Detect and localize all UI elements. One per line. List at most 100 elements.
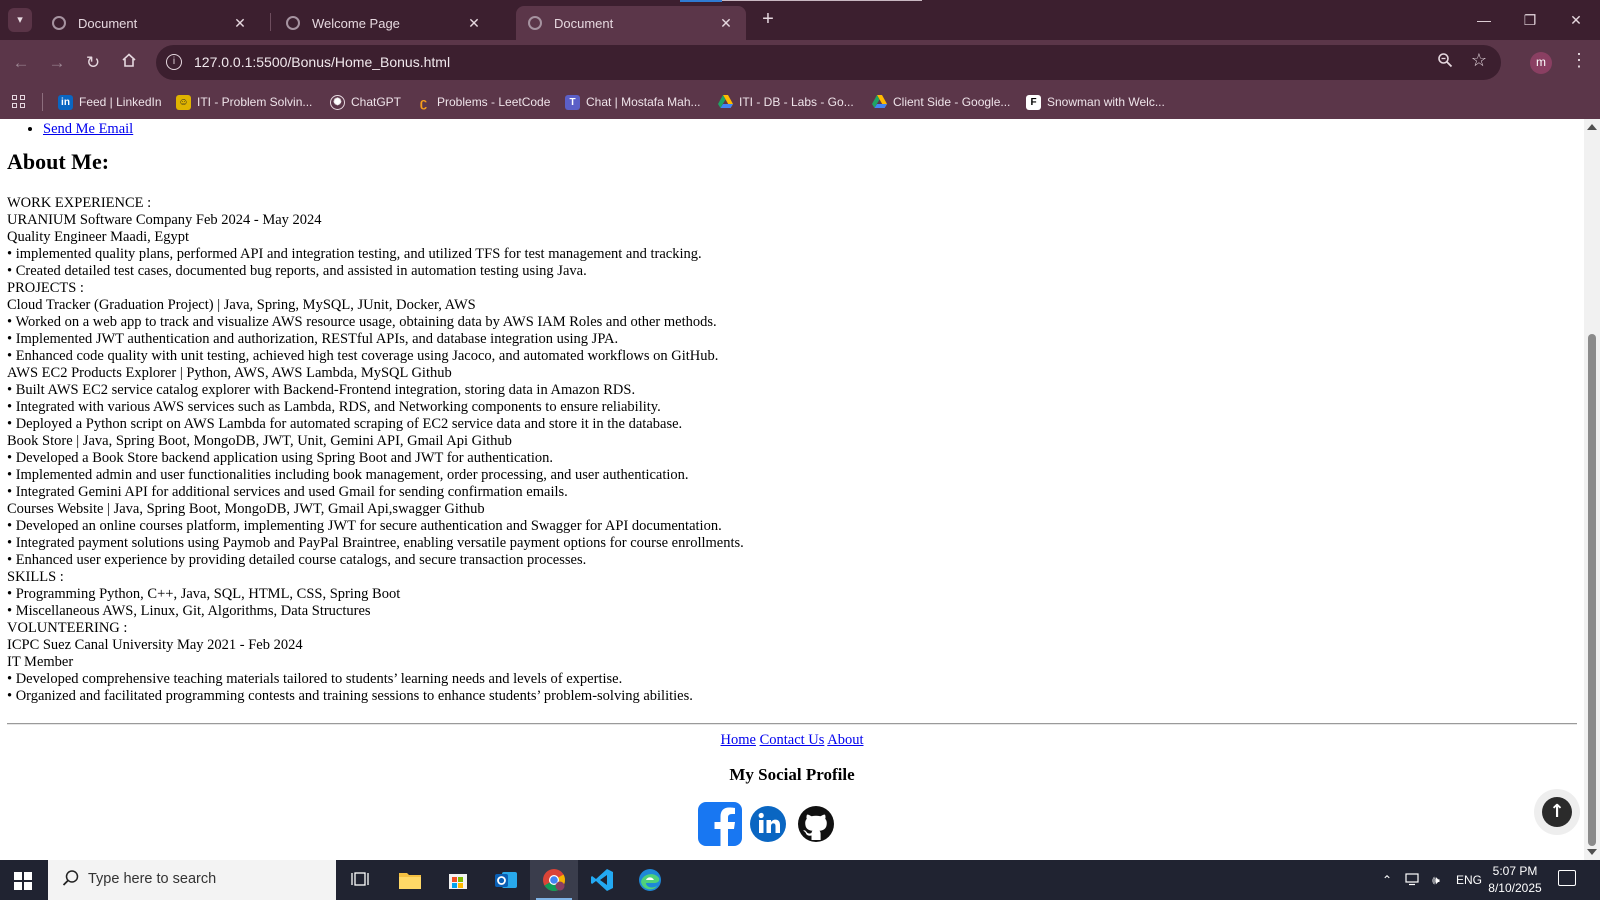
- system-tray: ⌃ 🕪 ENG: [1378, 860, 1482, 900]
- footer-home-link[interactable]: Home: [721, 732, 756, 748]
- address-bar[interactable]: i 127.0.0.1:5500/Bonus/Home_Bonus.html ☆: [156, 45, 1501, 80]
- bookmark-client-side[interactable]: Client Side - Google...: [872, 93, 1010, 111]
- footer-contact-link[interactable]: Contact Us: [760, 732, 825, 748]
- tab-welcome-page[interactable]: Welcome Page ✕: [274, 6, 494, 40]
- bookmark-snowman[interactable]: F Snowman with Welc...: [1026, 93, 1165, 111]
- site-info-icon[interactable]: i: [166, 54, 182, 70]
- scroll-to-top-button[interactable]: ↑: [1534, 789, 1580, 835]
- taskbar-vscode[interactable]: [578, 860, 626, 900]
- reload-button[interactable]: ↻: [80, 50, 106, 76]
- loading-indicator: [680, 0, 722, 2]
- taskbar-chrome[interactable]: [530, 860, 578, 900]
- bookmark-label: Problems - LeetCode: [437, 95, 551, 109]
- resume-line: Courses Website | Java, Spring Boot, Mon…: [7, 501, 485, 517]
- resume-line: Book Store | Java, Spring Boot, MongoDB,…: [7, 433, 512, 449]
- folder-icon: [399, 873, 421, 889]
- store-icon: [449, 874, 467, 889]
- address-url[interactable]: 127.0.0.1:5500/Bonus/Home_Bonus.html: [194, 54, 450, 70]
- resume-line: • Developed a Book Store backend applica…: [7, 450, 554, 466]
- taskbar-microsoft-store[interactable]: [434, 860, 482, 900]
- scroll-down-arrow-icon[interactable]: [1587, 849, 1597, 855]
- taskbar-clock[interactable]: 5:07 PM 8/10/2025: [1484, 863, 1546, 897]
- minimize-button[interactable]: —: [1468, 8, 1500, 32]
- tab-document-active[interactable]: Document ✕: [516, 6, 746, 40]
- clock-date: 8/10/2025: [1488, 881, 1542, 895]
- github-link[interactable]: [794, 802, 838, 851]
- home-button[interactable]: [116, 50, 142, 76]
- linkedin-icon: [750, 805, 786, 842]
- back-button[interactable]: ←: [8, 50, 34, 76]
- leetcode-icon: ʗ: [419, 94, 428, 110]
- resume-line: Quality Engineer Maadi, Egypt: [7, 229, 190, 245]
- language-indicator[interactable]: ENG: [1456, 873, 1482, 887]
- resume-line: • Developed comprehensive teaching mater…: [7, 671, 623, 687]
- close-icon[interactable]: ✕: [718, 15, 734, 32]
- close-icon[interactable]: ✕: [232, 15, 248, 32]
- resume-line: • Integrated Gemini API for additional s…: [7, 484, 568, 500]
- scrollbar-thumb[interactable]: [1588, 334, 1596, 846]
- send-email-link[interactable]: Send Me Email: [43, 121, 133, 137]
- facebook-link[interactable]: [698, 801, 742, 851]
- resume-line: • Worked on a web app to track and visua…: [7, 314, 717, 330]
- resume-line: • Created detailed test cases, documente…: [7, 263, 587, 279]
- tab-title: Document: [78, 15, 138, 31]
- tab-document-1[interactable]: Document ✕: [40, 6, 260, 40]
- taskbar-outlook[interactable]: [482, 860, 530, 900]
- new-tab-button[interactable]: +: [756, 8, 780, 32]
- bookmark-divider: [42, 93, 43, 111]
- globe-icon: [528, 16, 542, 30]
- bookmark-iti-problem-solving[interactable]: ☺ ITI - Problem Solvin...: [176, 93, 312, 111]
- browser-menu-icon[interactable]: ⋮: [1570, 50, 1588, 71]
- google-drive-icon: [718, 94, 733, 110]
- teams-icon: T: [565, 94, 580, 110]
- tab-search-button[interactable]: ▾: [8, 8, 32, 32]
- tab-title: Welcome Page: [312, 15, 400, 31]
- browser-toolbar: ← → ↻ i 127.0.0.1:5500/Bonus/Home_Bonus.…: [0, 40, 1600, 85]
- close-window-button[interactable]: ✕: [1560, 8, 1592, 32]
- notification-icon[interactable]: [1558, 870, 1576, 886]
- bookmark-linkedin[interactable]: in Feed | LinkedIn: [58, 93, 162, 111]
- resume-line: PROJECTS :: [7, 280, 84, 296]
- page-scrollbar[interactable]: [1584, 119, 1600, 860]
- forward-button[interactable]: →: [44, 50, 70, 76]
- clock-time: 5:07 PM: [1492, 864, 1538, 878]
- footer-divider: [7, 723, 1577, 725]
- resume-line: • Enhanced user experience by providing …: [7, 552, 587, 568]
- footer-about-link[interactable]: About: [827, 732, 863, 748]
- resume-line: • Integrated payment solutions using Pay…: [7, 535, 744, 551]
- resume-line: • Developed an online courses platform, …: [7, 518, 722, 534]
- contact-list: Send Me Email: [43, 121, 133, 138]
- github-icon: [798, 805, 834, 842]
- taskbar-file-explorer[interactable]: [386, 860, 434, 900]
- bookmark-chatgpt[interactable]: ✺ ChatGPT: [330, 93, 401, 111]
- taskbar-search-box[interactable]: Type here to search: [48, 860, 336, 900]
- resume-line: AWS EC2 Products Explorer | Python, AWS,…: [7, 365, 452, 381]
- bookmark-iti-db-labs[interactable]: ITI - DB - Labs - Go...: [718, 93, 854, 111]
- resume-line: • Integrated with various AWS services s…: [7, 399, 661, 415]
- footer-nav: Home Contact Us About: [0, 732, 1584, 749]
- scroll-up-arrow-icon[interactable]: [1587, 124, 1597, 130]
- linkedin-link[interactable]: [746, 802, 790, 851]
- apps-grid-icon[interactable]: [12, 95, 26, 109]
- bookmark-star-icon[interactable]: ☆: [1471, 50, 1487, 71]
- outlook-icon: [495, 872, 517, 888]
- resume-line: VOLUNTEERING :: [7, 620, 128, 636]
- bookmark-teams-chat[interactable]: T Chat | Mostafa Mah...: [565, 93, 701, 111]
- windows-start-icon[interactable]: [14, 872, 32, 890]
- bookmark-label: ITI - Problem Solvin...: [197, 95, 313, 109]
- about-title: About Me:: [7, 149, 110, 174]
- bookmark-label: Client Side - Google...: [893, 95, 1011, 109]
- volume-icon[interactable]: 🕪: [1424, 873, 1448, 888]
- profile-avatar[interactable]: m: [1530, 52, 1552, 74]
- bookmark-leetcode[interactable]: ʗ Problems - LeetCode: [416, 93, 551, 111]
- close-icon[interactable]: ✕: [466, 15, 482, 32]
- web-page: Send Me Email About Me: WORK EXPERIENCE …: [0, 119, 1584, 860]
- tab-separator: [270, 13, 271, 31]
- task-view-button[interactable]: [336, 860, 384, 900]
- chevron-up-icon[interactable]: ⌃: [1378, 873, 1396, 887]
- task-view-icon: [351, 872, 369, 886]
- network-icon[interactable]: [1400, 872, 1424, 889]
- zoom-icon[interactable]: [1437, 52, 1453, 73]
- restore-button[interactable]: ❐: [1514, 8, 1546, 32]
- taskbar-edge[interactable]: [626, 860, 674, 900]
